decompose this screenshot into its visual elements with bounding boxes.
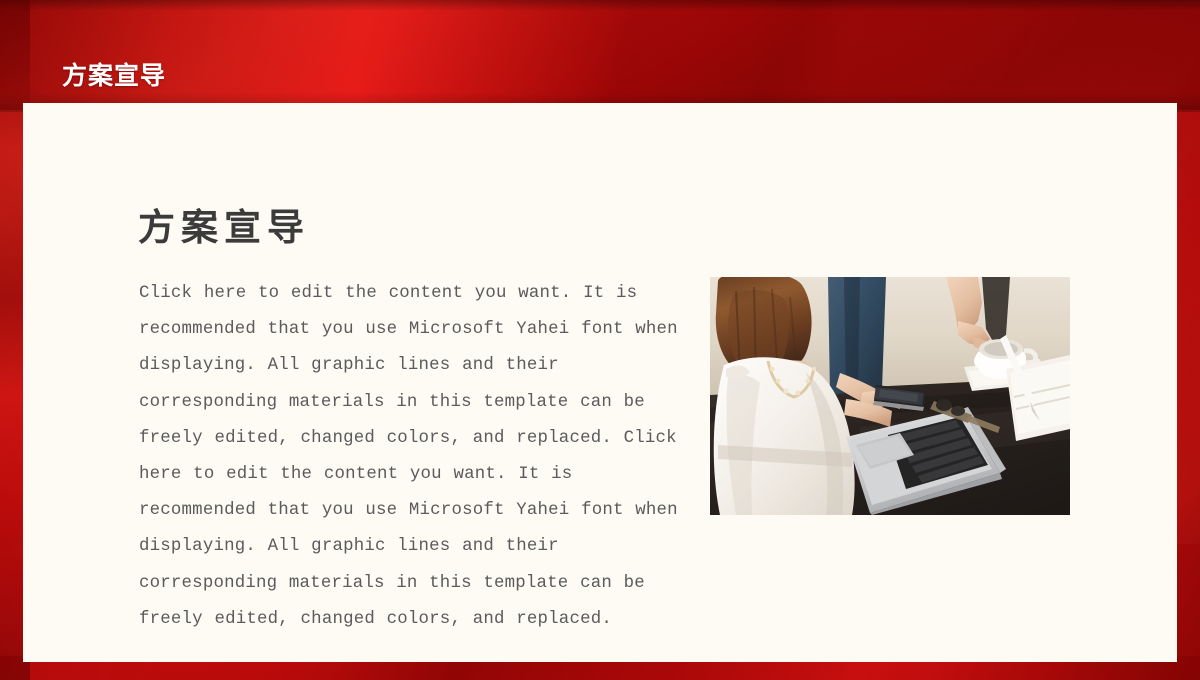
content-panel: 方案宣导 Click here to edit the content you … <box>23 103 1177 662</box>
header-band-shadow <box>0 0 1200 112</box>
header-title: 方案宣导 <box>62 62 167 90</box>
content-panel-inner: 方案宣导 Click here to edit the content you … <box>138 207 1177 662</box>
photo-illustration <box>710 277 1070 515</box>
body-paragraph: Click here to edit the content you want.… <box>139 284 678 629</box>
content-photo <box>710 277 1070 515</box>
slide-root: 方案宣导 方案宣导 Click here to edit the content… <box>0 0 1200 680</box>
page-title: 方案宣导 <box>138 207 310 248</box>
